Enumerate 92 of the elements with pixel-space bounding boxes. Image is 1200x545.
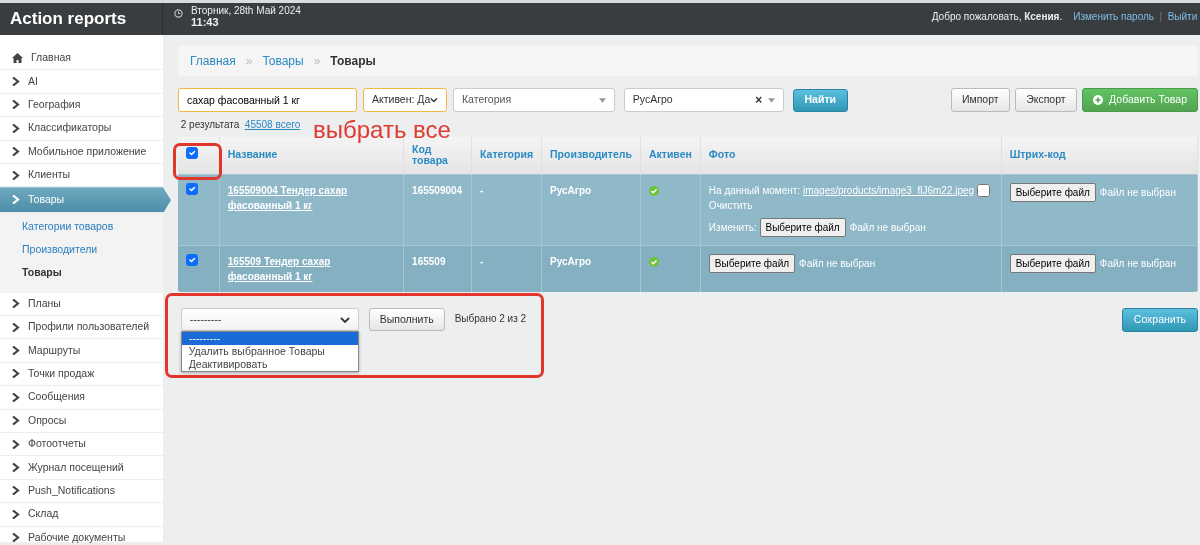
change-label: Изменить: xyxy=(708,222,757,233)
file-button[interactable]: Выберите файл xyxy=(1009,254,1096,273)
annotation-label: выбрать все xyxy=(313,117,451,143)
submenu-item[interactable]: Категории товаров xyxy=(22,219,163,236)
chevron-icon xyxy=(12,299,20,309)
clear-button[interactable]: × xyxy=(755,91,763,109)
caret-icon xyxy=(339,316,350,323)
clock-icon xyxy=(174,9,183,18)
sidebar-item[interactable]: Рабочие документы xyxy=(0,526,163,545)
sidebar-item[interactable]: Фотоотчеты xyxy=(0,432,163,457)
action-select[interactable]: --------- xyxy=(180,308,359,331)
table-cell: 165509004 xyxy=(412,184,463,196)
category-select[interactable]: Категория xyxy=(453,88,615,112)
sidebar-item[interactable]: Маршруты xyxy=(0,339,163,363)
submenu-item[interactable]: Производители xyxy=(22,242,163,258)
table-cell: - xyxy=(480,184,484,196)
header-link[interactable]: Изменить пароль xyxy=(1073,8,1155,24)
sidebar-item[interactable]: Профили пользователей xyxy=(0,316,163,340)
sidebar-item[interactable]: Классификаторы xyxy=(0,117,163,141)
table-cell: РусАгро xyxy=(550,256,592,267)
sidebar-item[interactable]: Главная xyxy=(0,47,163,71)
file-button[interactable]: Выберите файл xyxy=(1009,182,1096,202)
chevron-icon xyxy=(12,533,20,543)
chevron-icon xyxy=(12,322,20,332)
sidebar-item[interactable]: Планы xyxy=(0,292,163,316)
chevron-icon xyxy=(12,123,20,133)
results-count: 2 результата xyxy=(180,117,240,132)
chevron-icon xyxy=(12,486,20,496)
active-filter-select[interactable]: Активен: Да xyxy=(363,88,447,112)
home-icon xyxy=(12,53,23,64)
breadcrumb-separator: » xyxy=(313,52,321,70)
breadcrumb-separator: » xyxy=(245,52,253,70)
clear-label: Очистить xyxy=(708,198,754,213)
file-button[interactable]: Выберите файл xyxy=(759,218,846,237)
sidebar-item[interactable]: Клиенты xyxy=(0,163,163,188)
breadcrumb-link[interactable]: Товары xyxy=(262,51,304,70)
chevron-icon xyxy=(12,509,20,519)
link-separator: | xyxy=(1159,9,1163,24)
chevron-icon xyxy=(12,439,20,449)
caret-icon xyxy=(430,97,438,103)
caret-icon xyxy=(767,97,775,103)
time-text: 11:43 xyxy=(191,16,219,29)
breadcrumb-current: Товары xyxy=(330,52,376,70)
chevron-icon xyxy=(12,416,20,426)
row-checkbox[interactable] xyxy=(186,182,198,195)
clear-checkbox[interactable] xyxy=(976,184,990,198)
search-field[interactable]: сахар фасованный 1 кг xyxy=(178,88,357,112)
chevron-icon xyxy=(12,77,20,87)
row-checkbox[interactable] xyxy=(186,254,198,266)
table-cell: - xyxy=(480,256,484,267)
file-status: Файл не выбран xyxy=(849,222,926,233)
annotation-frame xyxy=(173,143,222,180)
chevron-icon xyxy=(12,195,20,205)
date-text: Вторник, 28th Май 2024 xyxy=(191,6,301,17)
sidebar-item[interactable]: AI xyxy=(0,70,163,94)
producer-select[interactable]: РусАгро × xyxy=(623,88,784,112)
chevron-icon xyxy=(12,463,20,472)
plus-circle-icon xyxy=(1093,95,1104,105)
header-link[interactable]: Выйти xyxy=(1167,8,1198,24)
sidebar-item[interactable]: География xyxy=(0,93,163,118)
chevron-icon xyxy=(12,369,20,379)
file-button[interactable]: Выберите файл xyxy=(708,254,796,273)
photo-label: На данный момент: xyxy=(708,184,802,196)
sidebar-item[interactable]: Мобильное приложение xyxy=(0,140,163,164)
file-status: Файл не выбран xyxy=(1099,186,1176,198)
submenu-item[interactable]: Товары xyxy=(22,264,163,281)
file-status: Файл не выбран xyxy=(1099,258,1176,269)
sidebar-item[interactable]: Склад xyxy=(0,503,163,527)
toolbar-button[interactable]: Экспорт xyxy=(1015,88,1077,112)
table-cell: РусАгро xyxy=(550,184,592,196)
run-button[interactable]: Выполнить xyxy=(368,308,445,331)
sidebar-item[interactable]: Сообщения xyxy=(0,386,163,410)
welcome-text: Добро пожаловать, Ксения. xyxy=(931,9,1063,24)
chevron-icon xyxy=(12,100,20,110)
file-status: Файл не выбран xyxy=(799,258,876,269)
toolbar-button[interactable]: Импорт xyxy=(950,88,1010,112)
sidebar-item[interactable]: Опросы xyxy=(0,409,163,433)
selected-count: Выбрано 2 из 2 xyxy=(454,312,527,326)
dropdown-option[interactable]: --------- xyxy=(181,332,358,345)
sidebar-item[interactable]: Точки продаж xyxy=(0,362,163,387)
chevron-icon xyxy=(12,346,20,356)
chevron-icon xyxy=(12,170,20,180)
chevron-icon xyxy=(12,392,20,402)
table-cell: 165509 xyxy=(412,256,446,267)
dropdown-option[interactable]: Удалить выбранное Товары xyxy=(181,345,358,358)
chevron-icon xyxy=(12,147,20,157)
caret-icon xyxy=(599,97,606,103)
sidebar-item[interactable]: Журнал посещений xyxy=(0,456,163,480)
breadcrumb-link[interactable]: Главная xyxy=(190,51,236,70)
dropdown-option[interactable]: Деактивировать xyxy=(181,358,358,371)
sidebar-item[interactable]: Push_Notifications xyxy=(0,479,163,504)
select-all-checkbox[interactable] xyxy=(186,147,198,160)
